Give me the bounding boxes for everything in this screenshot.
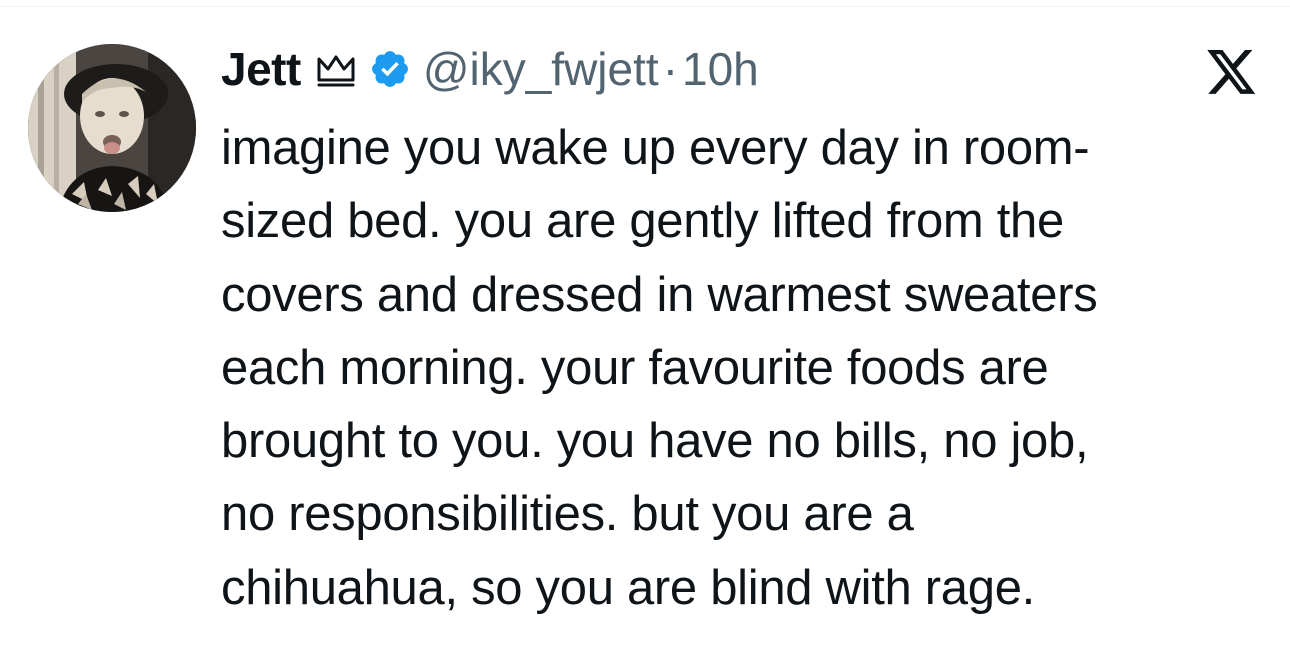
tweet-text-line: brought to you. you have no bills, no jo… bbox=[221, 414, 1089, 469]
tweet-header: Jett @iky_fwjett · 10h bbox=[221, 40, 759, 98]
timestamp[interactable]: 10h bbox=[682, 42, 759, 96]
tweet-text-line: sized bed. you are gently lifted from th… bbox=[221, 194, 1064, 249]
tweet-text-line: imagine you wake up every day in room- bbox=[221, 121, 1090, 175]
crown-icon bbox=[317, 55, 355, 87]
tweet-text-line: chihuahua, so you are blind with rage. bbox=[221, 560, 1035, 615]
tweet-text-line: no responsibilities. but you are a bbox=[221, 487, 914, 542]
avatar-photo bbox=[28, 44, 196, 212]
display-name[interactable]: Jett bbox=[221, 42, 301, 96]
tweet-text: imagine you wake up every day in room- s… bbox=[221, 112, 1271, 625]
avatar[interactable] bbox=[28, 44, 196, 212]
verified-icon bbox=[371, 51, 408, 87]
separator-dot: · bbox=[662, 43, 679, 95]
tweet-text-line: covers and dressed in warmest sweaters bbox=[221, 267, 1098, 322]
x-logo-icon[interactable] bbox=[1206, 50, 1258, 96]
author-handle[interactable]: @iky_fwjett bbox=[423, 42, 659, 96]
tweet-text-line: each morning. your favourite foods are bbox=[221, 340, 1049, 395]
tweet: Jett @iky_fwjett · 10h imagine you wake … bbox=[0, 0, 1290, 647]
